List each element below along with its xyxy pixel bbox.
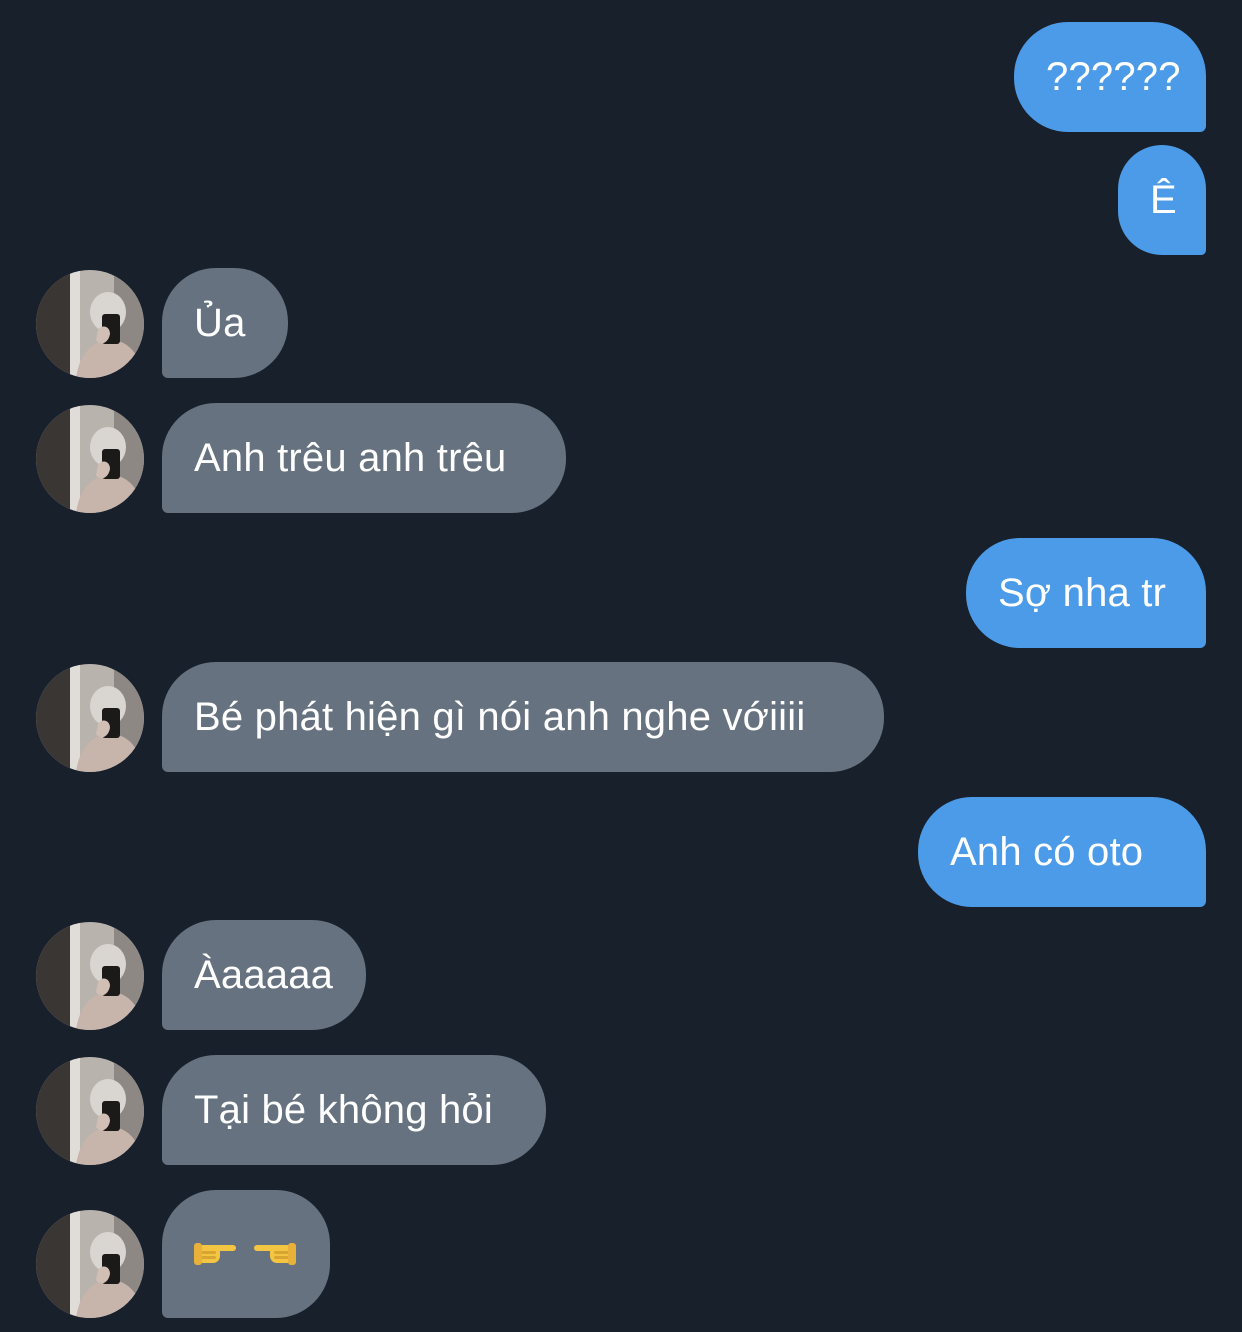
pointing-right-icon (194, 1232, 238, 1277)
received-message-bubble[interactable] (162, 1190, 330, 1318)
message-row-received: Anh trêu anh trêu (0, 403, 1242, 513)
chat-thread: ?????? Ê Ủa Anh trêu anh trêu Sợ nha tr … (0, 0, 1242, 1332)
message-row-received: Tại bé không hỏi (0, 1055, 1242, 1165)
sent-message-bubble[interactable]: Anh có oto (918, 797, 1206, 907)
avatar[interactable] (36, 922, 144, 1030)
message-text: ?????? (1046, 54, 1181, 99)
avatar[interactable] (36, 664, 144, 772)
avatar[interactable] (36, 405, 144, 513)
message-row-sent: Anh có oto (0, 797, 1242, 907)
sent-message-bubble[interactable]: Ê (1118, 145, 1206, 255)
message-row-received (0, 1190, 1242, 1318)
avatar[interactable] (36, 1057, 144, 1165)
received-message-bubble[interactable]: Àaaaaa (162, 920, 366, 1030)
message-row-received: Bé phát hiện gì nói anh nghe vớiiii (0, 662, 1242, 772)
message-row-sent: Sợ nha tr (0, 538, 1242, 648)
pointing-left-icon (252, 1232, 296, 1277)
message-row-sent: Ê (0, 145, 1242, 255)
message-text: Ê (1150, 177, 1177, 222)
emoji-message (194, 1232, 296, 1277)
avatar[interactable] (36, 1210, 144, 1318)
message-row-received: Àaaaaa (0, 920, 1242, 1030)
message-text: Sợ nha tr (998, 570, 1167, 615)
received-message-bubble[interactable]: Ủa (162, 268, 288, 378)
message-row-sent: ?????? (0, 22, 1242, 132)
sent-message-bubble[interactable]: Sợ nha tr (966, 538, 1206, 648)
message-text: Bé phát hiện gì nói anh nghe vớiiii (194, 694, 806, 739)
message-text: Àaaaaa (194, 952, 334, 997)
received-message-bubble[interactable]: Anh trêu anh trêu (162, 403, 566, 513)
message-text: Tại bé không hỏi (194, 1087, 493, 1132)
message-text: Anh trêu anh trêu (194, 435, 507, 480)
sent-message-bubble[interactable]: ?????? (1014, 22, 1206, 132)
message-row-received: Ủa (0, 268, 1242, 378)
message-text: Anh có oto (950, 829, 1144, 874)
avatar[interactable] (36, 270, 144, 378)
received-message-bubble[interactable]: Bé phát hiện gì nói anh nghe vớiiii (162, 662, 884, 772)
message-text: Ủa (194, 300, 246, 345)
received-message-bubble[interactable]: Tại bé không hỏi (162, 1055, 546, 1165)
